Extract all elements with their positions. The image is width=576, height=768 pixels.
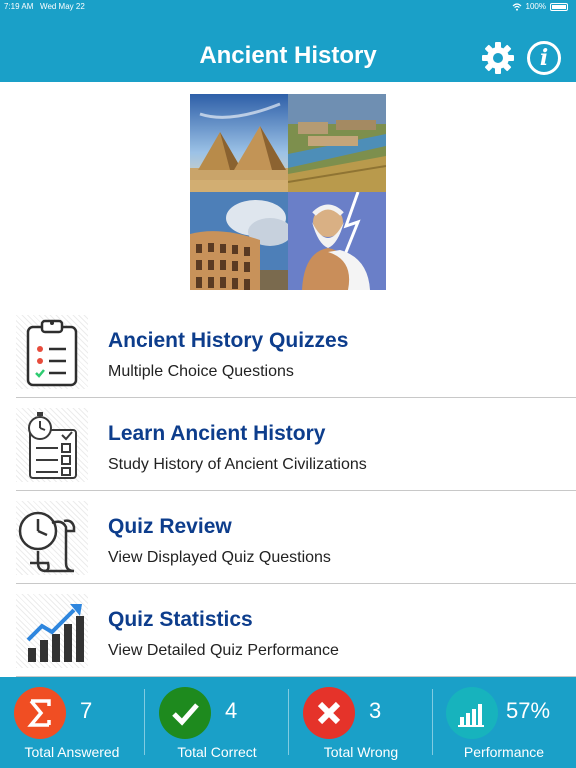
menu-item-review[interactable]: Quiz Review View Displayed Quiz Question… bbox=[16, 491, 576, 584]
header-bar: 7:19 AM Wed May 22 100% Ancient History bbox=[0, 0, 576, 82]
stat-label: Total Wrong bbox=[323, 744, 399, 760]
clock-scroll-icon bbox=[16, 501, 88, 575]
menu-subtitle: Study History of Ancient Civilizations bbox=[108, 456, 367, 473]
gear-icon[interactable] bbox=[480, 40, 516, 76]
history-collage bbox=[190, 94, 386, 290]
stats-footer: 7 Total Answered 4 Total Correct 3 Total… bbox=[0, 677, 576, 768]
menu-item-learn[interactable]: Learn Ancient History Study History of A… bbox=[16, 398, 576, 491]
status-bar: 7:19 AM Wed May 22 100% bbox=[0, 0, 576, 14]
menu-subtitle: View Detailed Quiz Performance bbox=[108, 642, 339, 659]
stat-value: 7 bbox=[80, 698, 93, 723]
info-icon[interactable]: i bbox=[527, 41, 561, 75]
pyramids-image bbox=[190, 94, 288, 192]
stat-total-correct[interactable]: 4 Total Correct bbox=[145, 677, 289, 768]
sigma-icon bbox=[14, 687, 66, 739]
status-indicators: 100% bbox=[512, 2, 568, 11]
status-date-text: Wed May 22 bbox=[40, 2, 85, 11]
menu-subtitle: View Displayed Quiz Questions bbox=[108, 549, 331, 566]
battery-icon bbox=[550, 2, 568, 11]
colosseum-image bbox=[190, 192, 288, 290]
menu-title: Ancient History Quizzes bbox=[108, 329, 349, 352]
stat-value: 57% bbox=[506, 698, 551, 723]
menu-title: Quiz Statistics bbox=[108, 608, 253, 631]
stat-label: Performance bbox=[463, 744, 545, 760]
stat-performance[interactable]: 57% Performance bbox=[432, 677, 576, 768]
menu-item-statistics[interactable]: Quiz Statistics View Detailed Quiz Perfo… bbox=[16, 584, 576, 677]
bar-chart-trend-icon bbox=[16, 594, 88, 668]
stat-total-wrong[interactable]: 3 Total Wrong bbox=[289, 677, 433, 768]
x-mark-icon bbox=[303, 687, 355, 739]
menu-title: Quiz Review bbox=[108, 515, 232, 538]
clipboard-checklist-icon bbox=[16, 315, 88, 389]
menu-item-quizzes[interactable]: Ancient History Quizzes Multiple Choice … bbox=[16, 305, 576, 398]
ancient-city-image bbox=[288, 94, 386, 192]
bar-chart-icon bbox=[446, 687, 498, 739]
checkmark-icon bbox=[159, 687, 211, 739]
stat-total-answered[interactable]: 7 Total Answered bbox=[0, 677, 144, 768]
wifi-icon bbox=[512, 2, 521, 11]
stat-label: Total Correct bbox=[177, 744, 257, 760]
status-time-text: 7:19 AM bbox=[4, 2, 34, 11]
stat-value: 3 bbox=[369, 698, 382, 723]
menu-subtitle: Multiple Choice Questions bbox=[108, 363, 294, 380]
menu-title: Learn Ancient History bbox=[108, 422, 326, 445]
status-time: 7:19 AM Wed May 22 bbox=[4, 2, 85, 11]
stopwatch-checklist-icon bbox=[16, 408, 88, 482]
zeus-image bbox=[288, 192, 386, 290]
stat-value: 4 bbox=[225, 698, 238, 723]
stat-label: Total Answered bbox=[24, 744, 120, 760]
battery-percent: 100% bbox=[525, 2, 546, 11]
